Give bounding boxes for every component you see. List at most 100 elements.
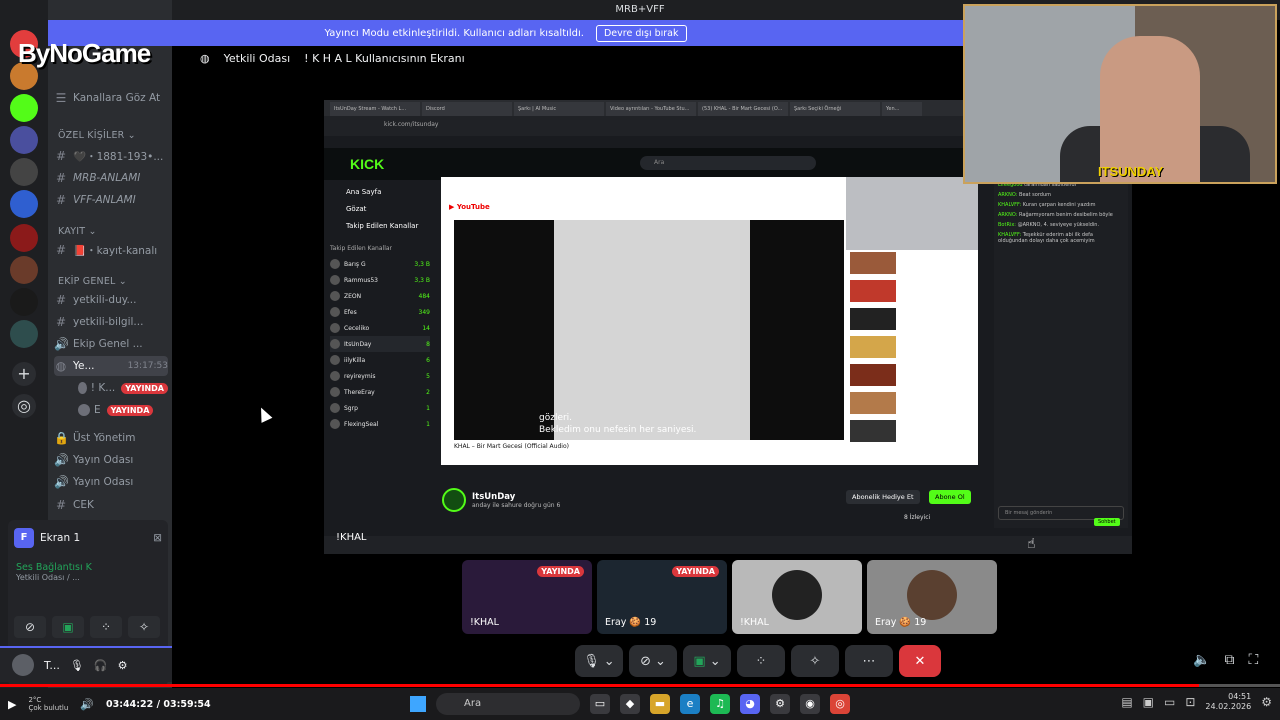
channel-item[interactable]: # 📕・kayıt-kanalı bbox=[54, 240, 168, 260]
participant-tile[interactable]: YAYINDA !KHAL bbox=[462, 560, 592, 634]
channel-item[interactable]: # CEK bbox=[54, 495, 168, 515]
voice-channel-item[interactable]: 🔊 Ekip Genel ... bbox=[54, 334, 168, 354]
soundboard-icon[interactable]: ✧ bbox=[128, 616, 160, 638]
followed-channel[interactable]: ThereEray 2 bbox=[330, 384, 430, 400]
mic-button[interactable]: 🎙 ⌄ bbox=[575, 645, 623, 677]
video-player[interactable]: gözleri. Bekledim onu nefesin her saniye… bbox=[454, 220, 844, 440]
category-kayit[interactable]: KAYIT ⌄ bbox=[58, 226, 97, 237]
avatar[interactable] bbox=[12, 654, 34, 676]
browser-tab[interactable]: Şarkı | AI Music bbox=[514, 102, 604, 116]
cast-icon[interactable]: ⊡ bbox=[1185, 695, 1195, 709]
discord-icon[interactable]: ◕ bbox=[740, 694, 760, 714]
followed-channel[interactable]: FlexingSeal 1 bbox=[330, 416, 430, 432]
thumbnail[interactable] bbox=[850, 280, 896, 306]
voice-channel-item[interactable]: 🔊 Yayın Odası bbox=[54, 450, 168, 470]
browser-tab[interactable]: (53) KHAL - Bir Mart Gecesi (O... bbox=[698, 102, 788, 116]
chrome-icon[interactable]: ◎ bbox=[830, 694, 850, 714]
participant-tile[interactable]: YAYINDA Eray 🍪 19 bbox=[597, 560, 727, 634]
file-explorer-icon[interactable]: ▬ bbox=[650, 694, 670, 714]
camera-off-icon[interactable]: ⊘ bbox=[14, 616, 46, 638]
mic-icon[interactable]: 🎙 bbox=[70, 659, 84, 672]
copilot-icon[interactable]: ◆ bbox=[620, 694, 640, 714]
discover-icon[interactable]: ◎ bbox=[12, 394, 36, 418]
disable-button[interactable]: Devre dışı bırak bbox=[595, 24, 687, 42]
channel-item[interactable]: # MRB-ANLAMI bbox=[54, 168, 168, 188]
server-icon[interactable] bbox=[10, 94, 38, 122]
followed-channel[interactable]: Barış G 3,3 B bbox=[330, 256, 430, 272]
browser-tab[interactable]: Discord bbox=[422, 102, 512, 116]
browser-tab[interactable]: Şarkı Seçiki Örneği bbox=[790, 102, 880, 116]
headphones-icon[interactable]: 🎧 bbox=[94, 659, 108, 672]
server-icon[interactable] bbox=[10, 256, 38, 284]
soundboard-button[interactable]: ✧ bbox=[791, 645, 839, 677]
kick-search[interactable]: Ara bbox=[640, 156, 816, 170]
voice-member[interactable]: ! K... YAYINDA bbox=[54, 378, 168, 398]
followed-channel[interactable]: Ceceliko 14 bbox=[330, 320, 430, 336]
theater-icon[interactable]: ▭ bbox=[1164, 695, 1175, 709]
weather-widget[interactable]: 2°C Çok bulutlu bbox=[28, 696, 68, 712]
channel-item[interactable]: # 🖤・1881-193•... bbox=[54, 146, 168, 166]
followed-channel[interactable]: reyireymis 5 bbox=[330, 368, 430, 384]
participant-tile[interactable]: Eray 🍪 19 bbox=[867, 560, 997, 634]
gift-sub-button[interactable]: Abonelik Hediye Et bbox=[846, 490, 920, 504]
kick-logo[interactable]: KICK bbox=[350, 156, 384, 172]
settings-gear-icon[interactable]: ⚙ bbox=[1261, 695, 1272, 709]
taskbar-search[interactable]: Ara bbox=[436, 693, 580, 715]
edge-icon[interactable]: e bbox=[680, 694, 700, 714]
server-icon[interactable] bbox=[10, 288, 38, 316]
streamer-name[interactable]: ItsUnDay bbox=[472, 492, 560, 502]
spotify-icon[interactable]: ♫ bbox=[710, 694, 730, 714]
voice-member[interactable]: E YAYINDA bbox=[54, 400, 168, 420]
voice-channel-item[interactable]: 🔒 Üst Yönetim bbox=[54, 428, 168, 448]
fullscreen-icon[interactable]: ⛶ bbox=[1248, 652, 1258, 668]
play-icon[interactable]: ▶ bbox=[8, 698, 16, 711]
windows-start-icon[interactable] bbox=[410, 696, 426, 712]
activities-icon[interactable]: ⁘ bbox=[90, 616, 122, 638]
channel-item[interactable]: # yetkili-bilgil... bbox=[54, 312, 168, 332]
nav-home[interactable]: Ana Sayfa bbox=[330, 184, 430, 201]
voice-channel-active[interactable]: ◍ Ye... 13:17:53 bbox=[54, 356, 168, 376]
server-icon[interactable] bbox=[10, 190, 38, 218]
followed-channel[interactable]: Rammus53 3,3 B bbox=[330, 272, 430, 288]
popout-icon[interactable]: ⧉ bbox=[1224, 652, 1234, 668]
video-progress-bar[interactable] bbox=[0, 684, 1280, 687]
subtitles-icon[interactable]: ▤ bbox=[1121, 695, 1132, 709]
chat-send-button[interactable]: Sohbet bbox=[1094, 518, 1120, 526]
browser-tab[interactable]: Yen... bbox=[882, 102, 922, 116]
participant-tile[interactable]: !KHAL bbox=[732, 560, 862, 634]
thumbnail[interactable] bbox=[850, 392, 896, 418]
voice-channel-item[interactable]: 🔊 Yayın Odası bbox=[54, 472, 168, 492]
task-view-icon[interactable]: ▭ bbox=[590, 694, 610, 714]
thumbnail[interactable] bbox=[850, 336, 896, 362]
server-icon[interactable] bbox=[10, 320, 38, 348]
browser-tab[interactable]: Video ayrıntıları - YouTube Stu... bbox=[606, 102, 696, 116]
nav-browse[interactable]: Gözat bbox=[330, 201, 430, 218]
add-server-icon[interactable]: + bbox=[12, 362, 36, 386]
disconnect-button[interactable]: ✕ bbox=[899, 645, 941, 677]
thumbnail[interactable] bbox=[850, 308, 896, 334]
browser-tab[interactable]: ItsUnDay Stream - Watch L... bbox=[330, 102, 420, 116]
thumbnail[interactable] bbox=[850, 252, 896, 278]
thumbnail[interactable] bbox=[850, 364, 896, 390]
category-ozel[interactable]: ÖZEL KİŞİLER ⌄ bbox=[58, 130, 136, 141]
followed-channel[interactable]: ZEON 484 bbox=[330, 288, 430, 304]
followed-channel[interactable]: Efes 349 bbox=[330, 304, 430, 320]
screen-share-button[interactable]: ▣ ⌄ bbox=[683, 645, 731, 677]
obs-icon[interactable]: ◉ bbox=[800, 694, 820, 714]
followed-channel[interactable]: ItsUnDay 8 bbox=[330, 336, 430, 352]
settings-gear-icon[interactable]: ⚙ bbox=[118, 659, 128, 672]
avatar[interactable] bbox=[442, 488, 466, 512]
server-icon[interactable] bbox=[10, 126, 38, 154]
browse-channels[interactable]: ☰ Kanallara Göz At bbox=[54, 88, 168, 108]
screen-share-icon[interactable]: ▣ bbox=[52, 616, 84, 638]
server-icon[interactable] bbox=[10, 224, 38, 252]
subscribe-button[interactable]: Abone Ol bbox=[929, 490, 971, 504]
volume-icon[interactable]: 🔈 bbox=[1193, 652, 1210, 668]
more-button[interactable]: ⋯ bbox=[845, 645, 893, 677]
popout-icon[interactable]: ⊠ bbox=[153, 532, 162, 544]
channel-item[interactable]: # VFF-ANLAMI bbox=[54, 190, 168, 210]
settings-gear-icon[interactable]: ⚙ bbox=[770, 694, 790, 714]
followed-channel[interactable]: Sgrp 1 bbox=[330, 400, 430, 416]
nav-following[interactable]: Takip Edilen Kanallar bbox=[330, 218, 430, 235]
volume-icon[interactable]: 🔊 bbox=[80, 698, 94, 711]
